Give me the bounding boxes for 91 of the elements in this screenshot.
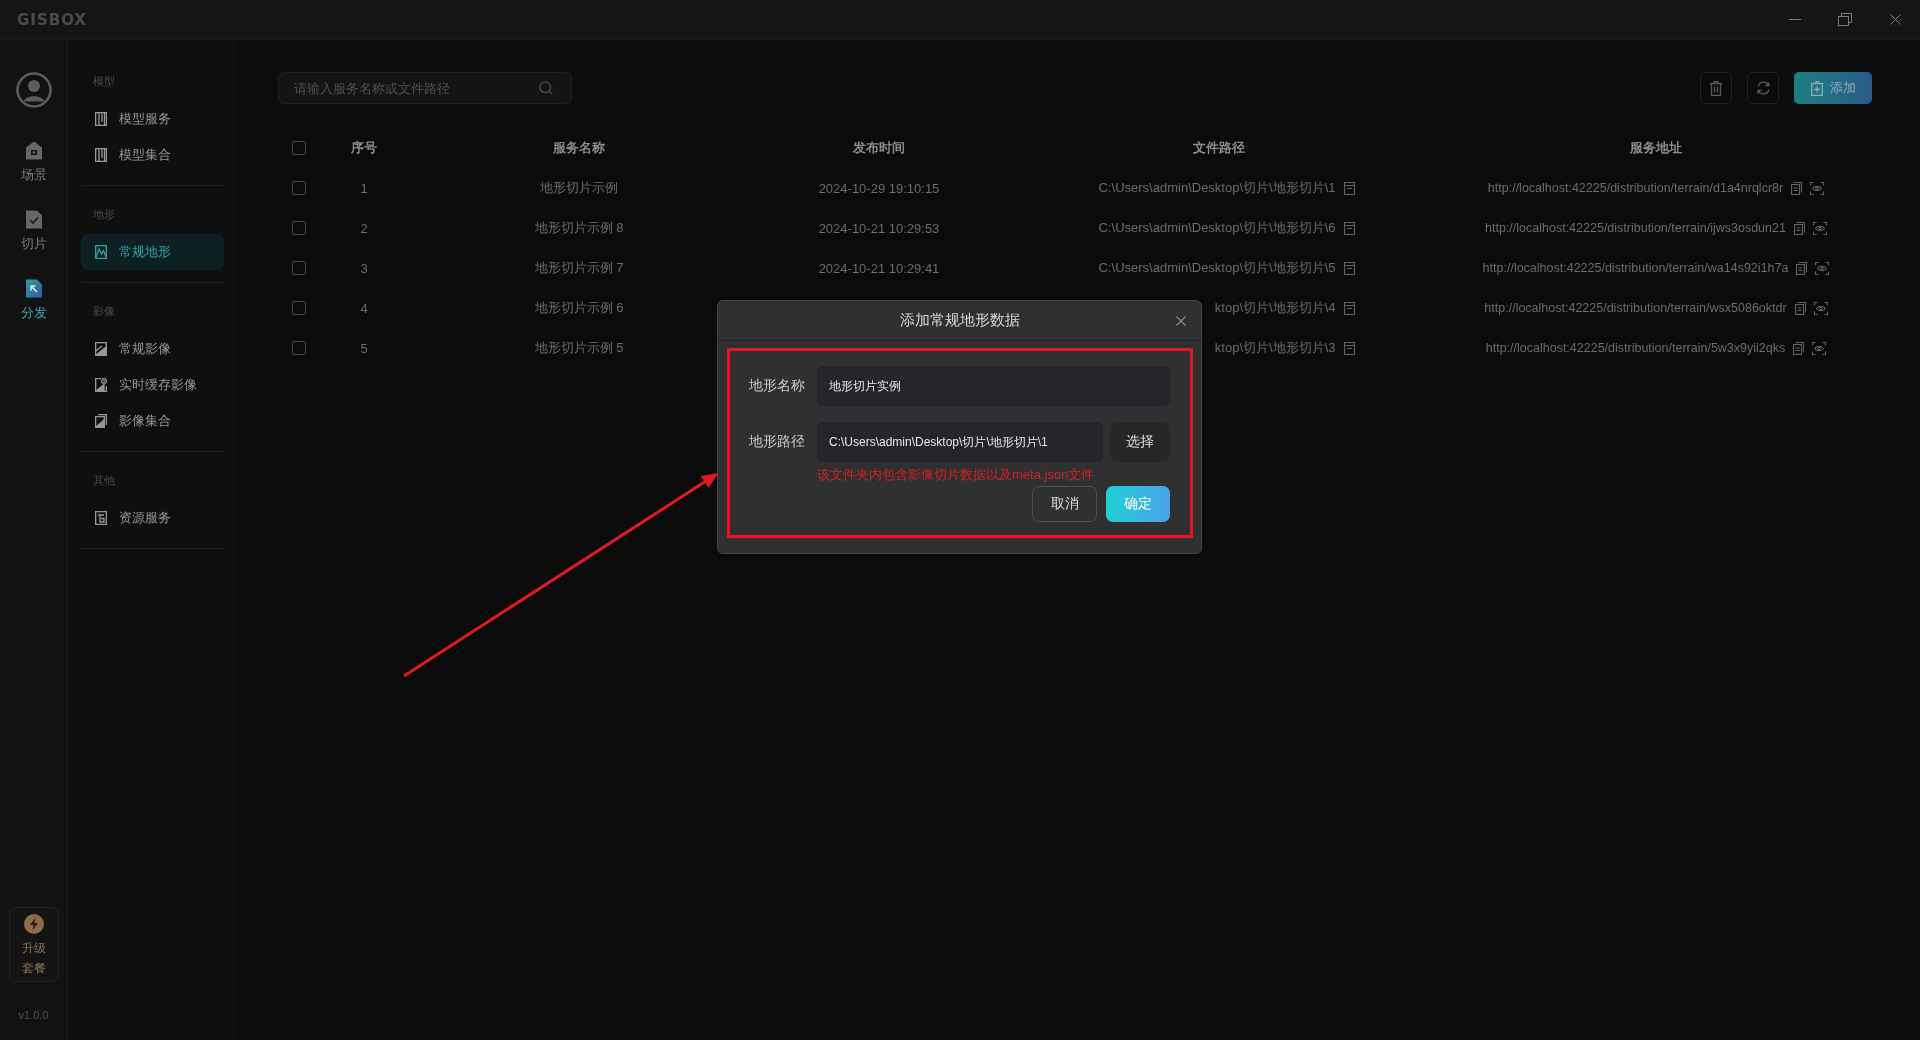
file-icon[interactable] [1343,181,1355,195]
checkbox[interactable] [292,341,306,355]
nav-item[interactable]: 切片 [20,210,47,253]
copy-icon[interactable] [1796,261,1808,275]
columns-icon [95,148,107,162]
service-url: http://localhost:42225/distribution/terrain/wsx5086oktdr [1484,301,1787,315]
eye-icon[interactable] [1810,181,1825,195]
eye-icon[interactable] [1812,341,1827,355]
service-name: 地形切片示例 7 [534,260,624,275]
sidebar-item[interactable]: 模型服务 [81,101,224,137]
nav-item[interactable]: 场景 [20,141,47,184]
publish-time: 2024-10-29 19:10:15 [818,180,940,196]
search-icon [539,81,553,95]
bolt-icon [23,914,44,934]
file-icon[interactable] [1343,341,1355,355]
service-url: http://localhost:42225/distribution/terrain/ijws3osdun21 [1485,221,1786,235]
refresh-icon [1755,81,1771,95]
field-label: 地形路径 [749,433,806,451]
column-header: 序号 [350,139,378,157]
file-path: C:\Users\admin\Desktop\切片\地形切片\5 [1098,260,1336,275]
sidebar-item[interactable]: 资源服务 [81,500,224,536]
close-icon [1176,315,1186,326]
close-icon [1889,14,1901,25]
document-check-icon [24,210,43,229]
restore-icon [1838,13,1852,26]
service-name: 地形切片示例 6 [534,300,624,315]
file-icon[interactable] [1343,221,1355,235]
select-button[interactable]: 选择 [1110,422,1170,462]
service-name: 地形切片示例 [540,180,618,195]
copy-icon[interactable] [1793,341,1805,355]
cancel-button[interactable]: 取消 [1032,486,1097,522]
service-url: http://localhost:42225/distribution/terrain/d1a4nrqlcr8r [1487,181,1784,195]
row-number: 2 [360,220,368,236]
sidebar-item[interactable]: 影像集合 [81,403,224,439]
file-path: C:\Users\admin\Desktop\切片\地形切片\6 [1098,220,1336,235]
column-header: 服务名称 [552,139,606,157]
publish-time: 2024-10-21 10:29:41 [818,260,940,276]
input-field[interactable]: 地形切片实例 [817,366,1170,406]
copy-icon[interactable] [1791,181,1803,195]
file-path: ktop\切片\地形切片\4 [1214,300,1336,315]
eye-icon[interactable] [1812,221,1827,235]
columns-icon [95,112,107,126]
document-arrow-icon [24,279,43,298]
document-icon [95,511,107,525]
eye-icon[interactable] [1813,301,1828,315]
sidebar-item[interactable]: 实时缓存影像 [81,367,224,403]
trash-icon [1710,80,1722,96]
service-url: http://localhost:42225/distribution/terrain/wa14s92i1h7a [1482,261,1789,275]
file-path: ktop\切片\地形切片\3 [1214,340,1336,355]
checkbox[interactable] [292,141,306,155]
field-label: 地形名称 [749,377,806,395]
copy-icon[interactable] [1794,301,1806,315]
service-url: http://localhost:42225/distribution/terrain/5w3x9yii2qks [1485,341,1786,355]
row-number: 3 [360,260,368,276]
checkbox[interactable] [292,261,306,275]
delete-button[interactable] [1700,72,1732,104]
avatar-icon[interactable] [15,72,52,108]
nav-item[interactable]: 分发 [20,279,47,322]
hint-text: 该文件夹内包含影像切片数据以及meta.json文件 [817,466,1095,484]
row-number: 4 [360,300,368,316]
column-header: 发布时间 [852,139,906,157]
clipboard-plus-icon [1810,80,1823,96]
image-clock-icon [95,378,107,392]
column-header: 文件路径 [1192,139,1246,157]
upgrade-button[interactable]: 升级套餐 [8,907,59,982]
house-icon [24,141,43,160]
copy-icon[interactable] [1793,221,1805,235]
service-name: 地形切片示例 8 [534,220,624,235]
checkbox[interactable] [292,301,306,315]
minimize-icon [1789,19,1801,20]
sidebar-item[interactable]: 常规地形 [81,234,224,270]
publish-time: 2024-10-21 10:29:53 [818,220,940,236]
sidebar-item[interactable]: 常规影像 [81,331,224,367]
version-label: v1.0.0 [18,1008,49,1023]
mountain-icon [95,245,107,259]
column-header: 服务地址 [1629,139,1683,157]
image-icon [95,342,107,356]
dialog-title: 添加常规地形数据 [899,311,1020,330]
input-field[interactable]: C:\Users\admin\Desktop\切片\地形切片\1 [817,422,1103,462]
sidebar-item[interactable]: 模型集合 [81,137,224,173]
checkbox[interactable] [292,181,306,195]
row-number: 1 [360,180,368,196]
file-icon[interactable] [1343,261,1355,275]
file-icon[interactable] [1343,301,1355,315]
images-icon [95,414,107,428]
service-name: 地形切片示例 5 [534,340,624,355]
checkbox[interactable] [292,221,306,235]
refresh-button[interactable] [1747,72,1779,104]
file-path: C:\Users\admin\Desktop\切片\地形切片\1 [1098,180,1336,195]
row-number: 5 [360,340,368,356]
eye-icon[interactable] [1815,261,1830,275]
